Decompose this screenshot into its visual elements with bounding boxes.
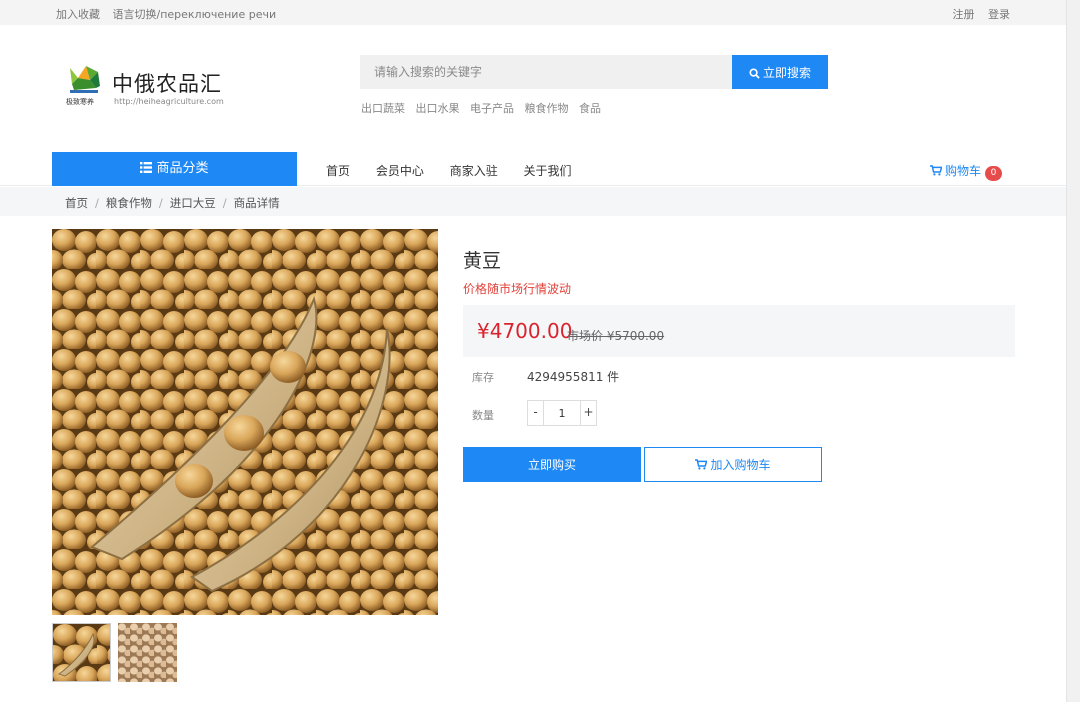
breadcrumb-subcategory[interactable]: 进口大豆 <box>170 196 216 210</box>
nav-home[interactable]: 首页 <box>326 164 350 178</box>
thumbnail-image <box>118 623 177 682</box>
quantity-input[interactable] <box>544 401 580 425</box>
cart-icon <box>930 165 943 176</box>
hot-keywords: 出口蔬菜 出口水果 电子产品 粮食作物 食品 <box>361 100 608 116</box>
search-input[interactable] <box>360 55 732 89</box>
product-thumbnail[interactable] <box>118 623 177 682</box>
search-bar: 立即搜索 <box>360 55 828 89</box>
quantity-increase-button[interactable]: + <box>580 401 596 425</box>
breadcrumb-separator: / <box>95 196 99 210</box>
main-nav: 商品分类 首页 会员中心 商家入驻 关于我们 购物车 0 <box>0 152 1066 186</box>
logo-mark-icon: 极致寒养 <box>66 66 100 106</box>
search-icon <box>749 67 760 79</box>
breadcrumb-current: 商品详情 <box>233 196 280 210</box>
cart-label: 购物车 <box>945 164 982 178</box>
hot-keyword[interactable]: 电子产品 <box>470 102 514 115</box>
buy-now-button[interactable]: 立即购买 <box>463 447 641 482</box>
cart-link[interactable]: 购物车 0 <box>930 162 1003 181</box>
search-button-label: 立即搜索 <box>762 65 811 80</box>
hot-keyword[interactable]: 粮食作物 <box>525 102 569 115</box>
breadcrumb-separator: / <box>158 196 163 210</box>
thumbnail-image <box>53 624 110 681</box>
list-icon <box>140 162 153 173</box>
price-notice: 价格随市场行情波动 <box>463 282 572 296</box>
login-link[interactable]: 登录 <box>988 8 1010 21</box>
site-title: 中俄农品汇 <box>112 72 222 96</box>
stock-value: 4294955811 件 <box>527 370 620 384</box>
category-menu-label: 商品分类 <box>156 161 209 176</box>
language-switch-link[interactable]: 语言切换/переключение речи <box>113 8 277 21</box>
quantity-decrease-button[interactable]: - <box>528 401 544 425</box>
breadcrumb-home[interactable]: 首页 <box>65 196 88 210</box>
breadcrumb-separator: / <box>222 196 227 210</box>
cart-count-badge: 0 <box>985 166 1003 181</box>
stock-label: 库存 <box>472 371 494 384</box>
soybeans-image <box>52 229 438 615</box>
nav-member-center[interactable]: 会员中心 <box>376 164 424 178</box>
quantity-label: 数量 <box>472 409 494 422</box>
product-thumbnail[interactable] <box>52 623 111 682</box>
price-box: ¥4700.00 市场价 ¥5700.00 <box>463 305 1015 357</box>
market-price: 市场价 ¥5700.00 <box>567 329 665 343</box>
search-button[interactable]: 立即搜索 <box>732 55 828 89</box>
site-url: http://heiheagriculture.com <box>114 97 224 106</box>
nav-merchant-join[interactable]: 商家入驻 <box>450 164 498 178</box>
register-link[interactable]: 注册 <box>953 8 975 21</box>
site-logo[interactable]: 极致寒养 中俄农品汇 http://heiheagriculture.com <box>64 64 224 112</box>
breadcrumb: 首页 / 粮食作物 / 进口大豆 / 商品详情 <box>0 187 1066 216</box>
page-scrollbar[interactable] <box>1066 0 1080 702</box>
cart-icon <box>695 459 709 470</box>
add-to-cart-label: 加入购物车 <box>710 458 771 472</box>
product-price: ¥4700.00 <box>477 319 573 343</box>
hot-keyword[interactable]: 食品 <box>579 102 601 115</box>
hot-keyword[interactable]: 出口蔬菜 <box>361 102 405 115</box>
nav-about-us[interactable]: 关于我们 <box>524 164 572 178</box>
top-bar: 加入收藏 语言切换/переключение речи 注册 登录 <box>0 0 1066 25</box>
hot-keyword[interactable]: 出口水果 <box>416 102 460 115</box>
add-favorite-link[interactable]: 加入收藏 <box>56 8 100 21</box>
product-main-image[interactable] <box>52 229 438 615</box>
product-name: 黄豆 <box>463 250 502 272</box>
breadcrumb-category[interactable]: 粮食作物 <box>106 196 152 210</box>
add-to-cart-button[interactable]: 加入购物车 <box>644 447 822 482</box>
quantity-stepper: - + <box>527 400 597 426</box>
logo-caption: 极致寒养 <box>66 97 94 106</box>
category-menu-button[interactable]: 商品分类 <box>52 152 297 186</box>
